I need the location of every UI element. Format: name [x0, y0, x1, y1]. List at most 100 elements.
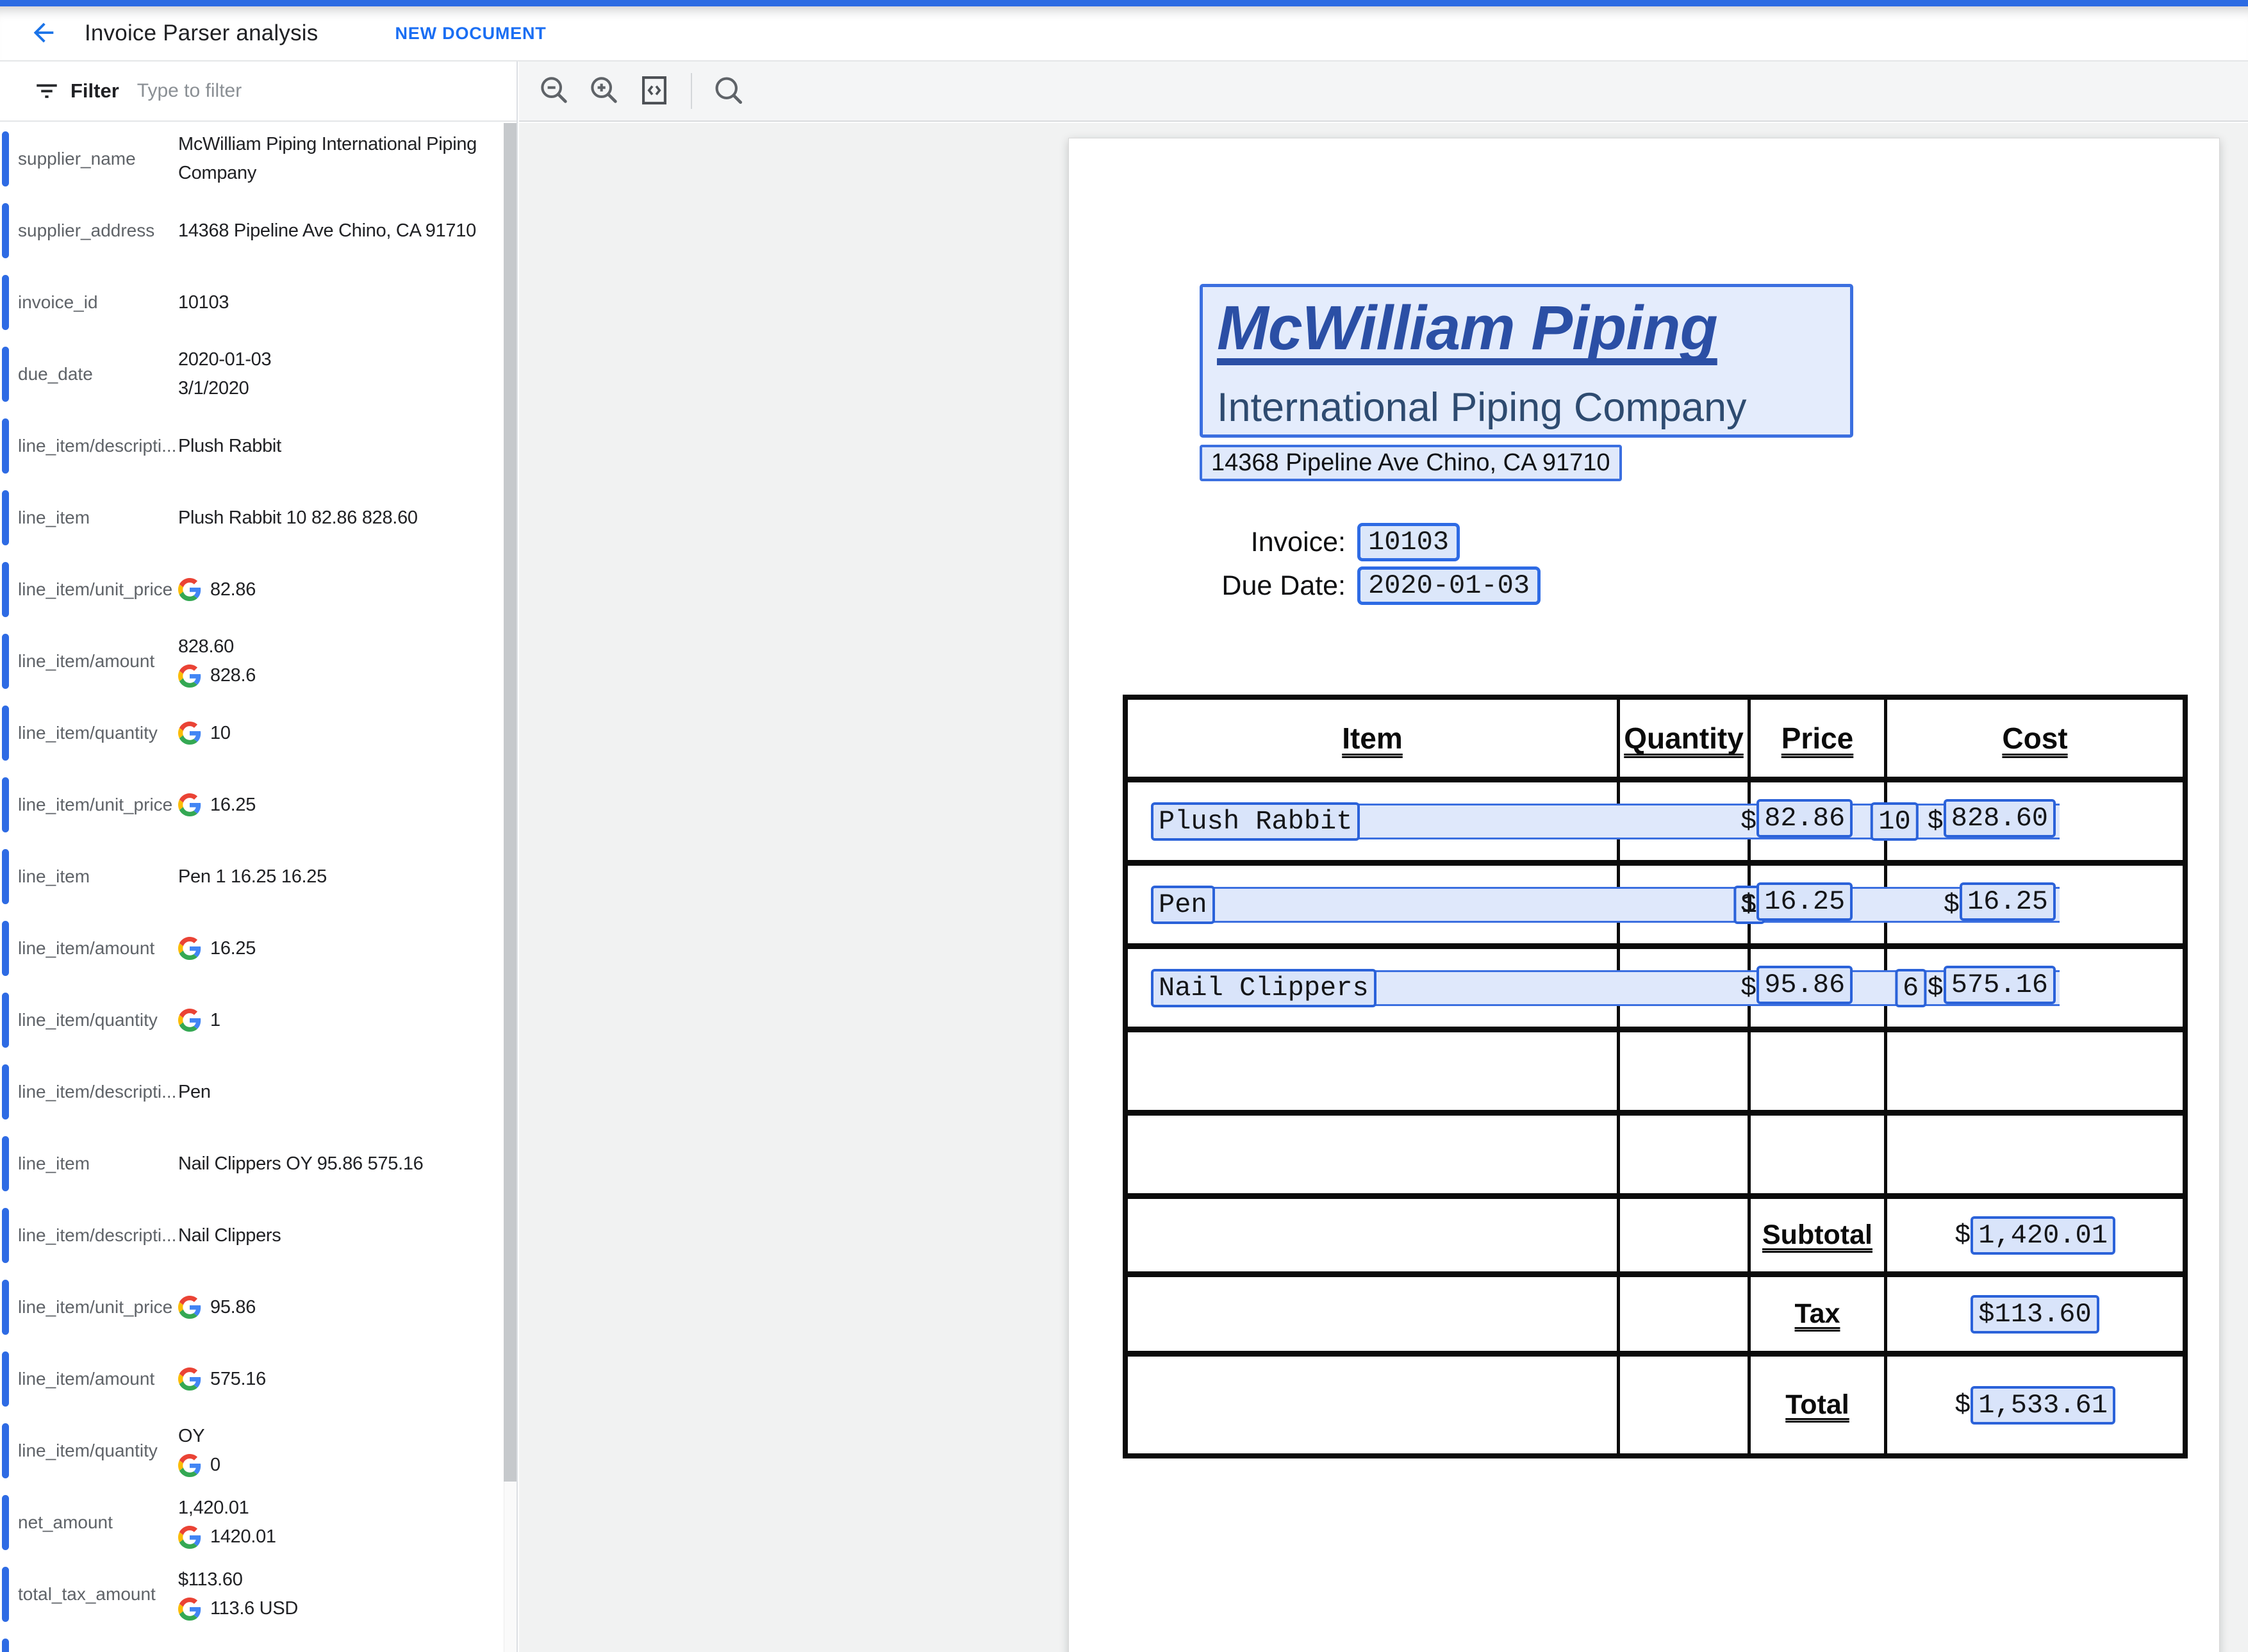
total-label: Subtotal	[1762, 1219, 1872, 1251]
quantity-box[interactable]: 10	[1871, 802, 1918, 841]
table-cell	[1617, 1277, 1748, 1351]
field-row[interactable]: line_item/descripti...Pen	[0, 1056, 504, 1128]
field-label: line_item/quantity	[18, 723, 178, 743]
total-label: Tax	[1795, 1298, 1840, 1330]
total-value-group: $113.60	[1971, 1295, 2099, 1334]
filter-bar: Filter	[0, 62, 517, 122]
field-value-line: Plush Rabbit	[178, 432, 488, 461]
field-value: Plush Rabbit 10 82.86 828.60	[178, 504, 418, 533]
field-row[interactable]: line_item/unit_price82.86	[0, 554, 504, 625]
document-canvas[interactable]: McWilliam Piping International Piping Co…	[519, 123, 2248, 1652]
currency-symbol: $	[1955, 1390, 1971, 1421]
field-values: McWilliam Piping International Piping Co…	[178, 130, 488, 188]
due-date-highlight[interactable]: 2020-01-03	[1357, 566, 1541, 605]
item-description-box[interactable]: Nail Clippers	[1151, 969, 1376, 1007]
unit-price-box[interactable]: 16.25	[1756, 882, 1853, 921]
field-values: 2020-01-033/1/2020	[178, 345, 488, 403]
zoom-out-button[interactable]	[529, 61, 579, 121]
field-highlight-pill	[2, 203, 9, 258]
table-cell: $1,533.61	[1884, 1357, 2183, 1453]
field-values: 16.25	[178, 934, 488, 963]
table-cell	[1128, 1357, 1617, 1453]
new-document-button[interactable]: NEW DOCUMENT	[395, 24, 546, 44]
field-row[interactable]: invoice_id10103	[0, 267, 504, 338]
google-g-icon	[178, 1454, 201, 1477]
google-g-icon	[178, 722, 201, 745]
field-values: 575.16	[178, 1365, 488, 1394]
table-cell	[1748, 1032, 1884, 1110]
fit-width-button[interactable]	[629, 61, 679, 121]
field-row[interactable]: line_item/quantity10	[0, 697, 504, 769]
total-amount-box[interactable]: 1,533.61	[1971, 1386, 2115, 1425]
field-highlight-pill	[2, 347, 9, 402]
total-amount-box[interactable]: $113.60	[1971, 1295, 2099, 1334]
field-row[interactable]: total_tax_amount$113.60113.6 USD	[0, 1558, 504, 1630]
total-amount-box[interactable]: 1,420.01	[1971, 1216, 2115, 1255]
field-value-line: 828.6	[178, 661, 488, 690]
field-value-line: 1	[178, 1006, 488, 1035]
line-item-highlight[interactable]: Nail Clippers6$95.86$575.16	[1152, 970, 2060, 1006]
field-value: Nail Clippers OY 95.86 575.16	[178, 1150, 424, 1178]
field-value: 2020-01-03	[178, 345, 271, 374]
field-row[interactable]: line_item/quantityOY0	[0, 1415, 504, 1487]
back-button[interactable]	[24, 14, 63, 53]
extracted-fields-sidebar: Filter supplier_nameMcWilliam Piping Int…	[0, 62, 518, 1652]
field-row[interactable]: line_item/descripti...Plush Rabbit	[0, 410, 504, 482]
amount-box[interactable]: 16.25	[1960, 882, 2056, 921]
table-cell	[1617, 1199, 1748, 1271]
field-row[interactable]: line_item/amount16.25	[0, 913, 504, 984]
sidebar-scrollbar-track[interactable]	[504, 123, 517, 1652]
field-row[interactable]: due_date2020-01-033/1/2020	[0, 338, 504, 410]
filter-label: Filter	[70, 79, 119, 103]
field-row[interactable]: supplier_address14368 Pipeline Ave Chino…	[0, 195, 504, 267]
zoom-in-button[interactable]	[579, 61, 629, 121]
field-row[interactable]: line_item/unit_price95.86	[0, 1271, 504, 1343]
field-value: Pen	[178, 1078, 211, 1107]
field-row[interactable]: line_item/amount575.16	[0, 1343, 504, 1415]
field-row[interactable]: supplier_nameMcWilliam Piping Internatio…	[0, 123, 504, 195]
line-item-highlight[interactable]: Pen1$16.25$16.25	[1152, 887, 2060, 923]
field-row[interactable]: net_amount1,420.011420.01	[0, 1487, 504, 1558]
app-header: Invoice Parser analysis NEW DOCUMENT	[0, 6, 2248, 62]
field-highlight-pill	[2, 849, 9, 904]
field-row[interactable]: line_item/unit_price16.25	[0, 769, 504, 841]
field-row[interactable]: total_amount1,533.61	[0, 1630, 504, 1652]
item-description-box[interactable]: Pen	[1151, 886, 1215, 924]
table-cell: Tax	[1748, 1277, 1884, 1351]
sidebar-scrollbar-thumb[interactable]	[504, 123, 517, 1482]
invoice-id-highlight[interactable]: 10103	[1357, 523, 1460, 561]
field-row[interactable]: line_item/quantity1	[0, 984, 504, 1056]
item-description-box[interactable]: Plush Rabbit	[1151, 802, 1360, 841]
search-document-button[interactable]	[704, 61, 754, 121]
unit-price-box[interactable]: 82.86	[1756, 799, 1853, 838]
filter-input[interactable]	[137, 80, 419, 102]
currency-symbol: $	[1740, 973, 1756, 1004]
field-row[interactable]: line_item/descripti...Nail Clippers	[0, 1200, 504, 1271]
document-preview-area: McWilliam Piping International Piping Co…	[519, 62, 2248, 1652]
unit-price-box[interactable]: 95.86	[1756, 966, 1853, 1004]
field-label: line_item/amount	[18, 651, 178, 672]
invoice-line-row: Plush Rabbit10$82.86$828.60	[1128, 777, 2183, 860]
field-row[interactable]: line_itemNail Clippers OY 95.86 575.16	[0, 1128, 504, 1200]
line-item-highlight[interactable]: Plush Rabbit10$82.86$828.60	[1152, 804, 2060, 839]
field-highlight-pill	[2, 706, 9, 761]
currency-symbol: $	[1955, 1220, 1971, 1251]
supplier-address-highlight[interactable]: 14368 Pipeline Ave Chino, CA 91710	[1200, 445, 1622, 481]
google-g-icon	[178, 578, 201, 601]
field-row[interactable]: line_item/amount828.60828.6	[0, 625, 504, 697]
invoice-meta: Invoice: 10103 Due Date: 2020-01-03	[1184, 523, 1541, 610]
field-value-line: 10103	[178, 288, 488, 317]
currency-symbol: $	[1928, 973, 1944, 1004]
field-row[interactable]: line_itemPlush Rabbit 10 82.86 828.60	[0, 482, 504, 554]
supplier-name-highlight[interactable]: McWilliam Piping International Piping Co…	[1200, 284, 1853, 438]
amount-box[interactable]: 828.60	[1944, 799, 2056, 838]
column-header: Price	[1781, 721, 1854, 756]
field-row[interactable]: line_itemPen 1 16.25 16.25	[0, 841, 504, 913]
zoom-out-icon	[538, 74, 571, 109]
company-title: McWilliam Piping	[1217, 292, 1717, 364]
amount-box[interactable]: 575.16	[1944, 966, 2056, 1004]
table-cell: $1,420.01	[1884, 1199, 2183, 1271]
google-g-icon	[178, 1296, 201, 1319]
quantity-box[interactable]: 6	[1895, 969, 1926, 1007]
total-row: Tax $113.60	[1128, 1271, 2183, 1351]
